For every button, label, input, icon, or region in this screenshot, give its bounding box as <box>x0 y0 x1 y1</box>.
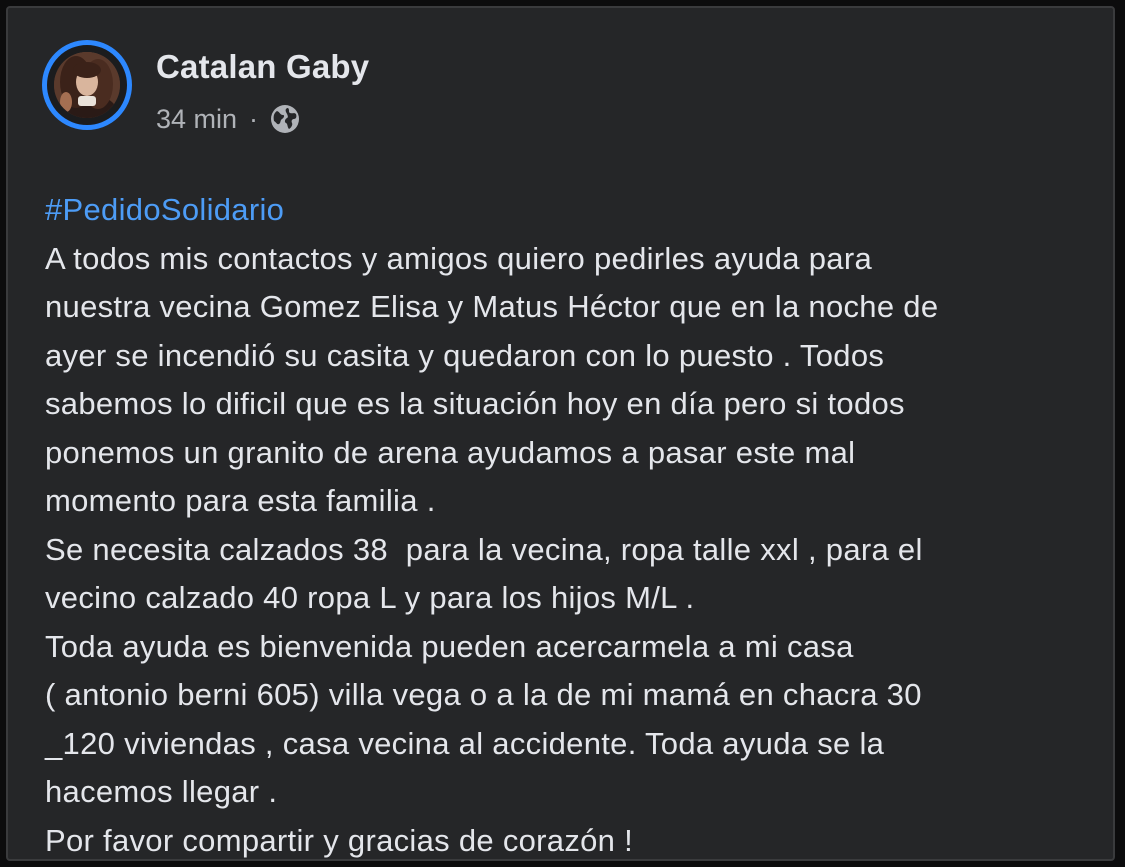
post-timestamp[interactable]: 34 min <box>156 104 237 135</box>
post-text-line: _120 viviendas , casa vecina al accident… <box>45 725 885 761</box>
post-text-line: hacemos llegar . <box>45 774 278 809</box>
post-body: #PedidoSolidario A todos mis contactos y… <box>45 186 1105 859</box>
hashtag-link[interactable]: #PedidoSolidario <box>45 186 1105 235</box>
post-text-line: sabemos lo dificil que es la situación h… <box>45 386 905 421</box>
post-text-line: vecino calzado 40 ropa L y para los hijo… <box>45 580 695 615</box>
post-text-line: ( antonio berni 605) villa vega o a la d… <box>45 677 922 712</box>
author-name[interactable]: Catalan Gaby <box>156 48 369 86</box>
post-card: Catalan Gaby 34 min · #PedidoSolidario A… <box>6 6 1115 861</box>
post-text-line: Se necesita calzados 38 para la vecina, … <box>45 531 923 567</box>
avatar[interactable] <box>54 52 120 118</box>
avatar-story-ring[interactable] <box>42 40 132 130</box>
post-text-line: Por favor compartir y gracias de corazón… <box>45 822 634 858</box>
post-text-line: momento para esta familia . <box>45 483 436 518</box>
post-header: Catalan Gaby 34 min · <box>8 8 1113 148</box>
post-text-line: A todos mis contactos y amigos quiero pe… <box>45 240 872 276</box>
post-text-line: Toda ayuda es bienvenida pueden acercarm… <box>45 628 854 664</box>
meta-separator: · <box>249 103 259 134</box>
post-meta: 34 min · <box>156 101 302 137</box>
post-text-line: ayer se incendió su casita y quedaron co… <box>45 337 885 373</box>
globe-icon <box>268 102 302 136</box>
post-text-line: nuestra vecina Gomez Elisa y Matus Hécto… <box>45 289 939 324</box>
post-text-line: ponemos un granito de arena ayudamos a p… <box>45 434 856 470</box>
avatar-photo <box>54 52 120 118</box>
